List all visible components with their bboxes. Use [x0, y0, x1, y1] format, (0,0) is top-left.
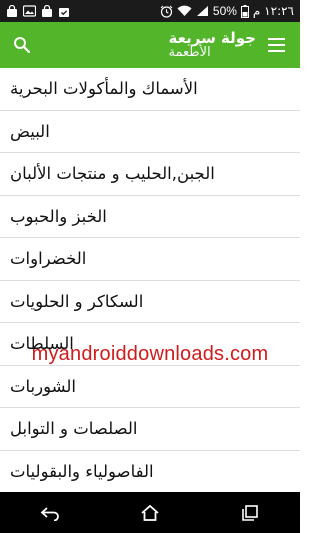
back-button[interactable]: [30, 498, 70, 528]
list-item[interactable]: الخبز والحبوب: [0, 195, 300, 238]
list-item-label: السكاكر و الحلويات: [10, 291, 144, 311]
recent-apps-button[interactable]: [230, 498, 270, 528]
page-subtitle: الأطعمة: [168, 45, 211, 61]
bag-icon: [41, 4, 53, 18]
list-item[interactable]: السكاكر و الحلويات: [0, 280, 300, 323]
search-icon: [14, 37, 31, 54]
list-item-label: الصلصات و التوابل: [10, 419, 138, 439]
page-title: جولة سريعة: [168, 28, 256, 47]
list-item-label: السلطات: [10, 334, 74, 354]
category-list: الأسماك والمأكولات البحرية البيض الجبن,ا…: [0, 68, 300, 492]
title-block: جولة سريعة الأطعمة: [169, 30, 256, 61]
battery-percent: 50%: [212, 4, 237, 18]
list-item-label: الخضراوات: [10, 249, 87, 269]
list-item-label: الشوربات: [10, 376, 76, 396]
recent-apps-icon: [242, 504, 258, 521]
status-bar: 50% ١٢:٢٦ م: [0, 0, 300, 22]
list-item[interactable]: الصلصات و التوابل: [0, 408, 300, 451]
list-item[interactable]: السلطات: [0, 323, 300, 366]
nav-bar: [0, 492, 300, 533]
list-item-label: الأسماك والمأكولات البحرية: [10, 79, 198, 99]
status-right: 50% ١٢:٢٦ م: [160, 4, 294, 18]
title-wrap: جولة سريعة الأطعمة: [34, 30, 290, 61]
signal-icon: [196, 4, 209, 18]
hamburger-icon: [268, 37, 285, 40]
status-left: [6, 4, 70, 18]
app-bar: جولة سريعة الأطعمة: [0, 22, 300, 68]
status-time: ١٢:٢٦ م: [252, 4, 294, 18]
list-item[interactable]: الأسماك والمأكولات البحرية: [0, 68, 300, 111]
list-item[interactable]: الخضراوات: [0, 238, 300, 281]
list-item-label: البيض: [10, 121, 50, 141]
shopping-bag-icon: [6, 4, 18, 18]
list-item-label: الخبز والحبوب: [10, 206, 107, 226]
list-item-label: الجبن,الحليب و منتجات الألبان: [10, 164, 215, 184]
home-button[interactable]: [130, 498, 170, 528]
menu-button[interactable]: [268, 34, 290, 56]
photo-icon: [23, 4, 36, 18]
list-item[interactable]: البيض: [0, 110, 300, 153]
clock-alarm-icon: [160, 4, 173, 18]
check-bag-icon: [58, 4, 70, 18]
search-button[interactable]: [10, 33, 34, 57]
list-item[interactable]: الشوربات: [0, 365, 300, 408]
wifi-icon: [177, 4, 192, 18]
back-icon: [40, 506, 59, 521]
home-icon: [141, 504, 159, 521]
list-item[interactable]: الفاصولياء والبقوليات: [0, 450, 300, 492]
list-item[interactable]: الجبن,الحليب و منتجات الألبان: [0, 153, 300, 196]
battery-icon: [240, 4, 249, 18]
list-item-label: الفاصولياء والبقوليات: [10, 461, 154, 481]
